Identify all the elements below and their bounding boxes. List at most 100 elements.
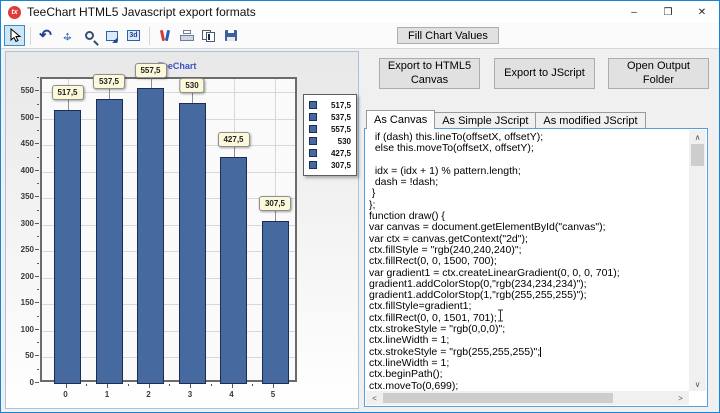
y-axis-label: 500: [20, 112, 34, 122]
app-icon: tx: [8, 5, 21, 19]
bar-series-point[interactable]: [95, 98, 123, 384]
y-axis-label: 150: [20, 298, 34, 308]
app-window: tx TeeChart HTML5 Javascript export form…: [0, 0, 720, 413]
y-axis-minor-tick: [37, 289, 39, 291]
y-axis-label: 200: [20, 271, 34, 281]
legend-swatch-icon: [309, 125, 317, 133]
code-line: else this.moveTo(offsetX, offsetY);: [369, 142, 534, 155]
value-label-connector: [67, 99, 69, 110]
code-line: }: [369, 187, 376, 200]
close-button[interactable]: ✕: [685, 1, 719, 23]
horizontal-scrollbar[interactable]: < >: [366, 391, 689, 405]
vertical-scrollbar[interactable]: ∧ ∨: [689, 130, 706, 391]
bar-series-point[interactable]: [261, 220, 289, 384]
value-label-connector: [150, 78, 152, 89]
x-axis-label: 2: [146, 390, 151, 399]
legend-swatch-icon: [309, 137, 317, 145]
y-axis-label: 250: [20, 245, 34, 255]
value-label: 517,5: [51, 84, 84, 100]
legend-label: 517,5: [330, 100, 351, 110]
move-icon[interactable]: ↔ ↕: [57, 25, 78, 46]
legend-swatch-icon: [309, 101, 317, 109]
scroll-left-icon[interactable]: <: [366, 391, 383, 405]
legend-item[interactable]: 307,5: [309, 159, 351, 171]
y-axis-minor-tick: [37, 315, 39, 317]
legend-item[interactable]: 530: [309, 135, 351, 147]
y-axis-tick: [35, 249, 39, 251]
x-axis-label: 1: [104, 390, 110, 399]
export-html5-canvas-button[interactable]: Export to HTML5 Canvas: [379, 58, 480, 89]
y-axis-minor-tick: [37, 130, 39, 132]
y-axis-tick: [35, 222, 39, 224]
scroll-right-icon[interactable]: >: [672, 391, 689, 405]
cursor-icon[interactable]: [4, 25, 25, 46]
tab-as-simple-jscript[interactable]: As Simple JScript: [434, 112, 537, 129]
legend-label: 537,5: [330, 112, 351, 122]
y-axis-label: 300: [20, 218, 34, 228]
export-image-icon[interactable]: [101, 25, 122, 46]
x-axis-label: 5: [270, 390, 276, 399]
y-axis-minor-tick: [37, 262, 39, 264]
x-axis-tick: [148, 384, 150, 388]
print-icon[interactable]: [176, 25, 197, 46]
y-axis-label: 0: [29, 378, 34, 387]
y-axis-minor-tick: [37, 368, 39, 370]
bar-series-point[interactable]: [54, 109, 81, 384]
y-axis-tick: [35, 143, 39, 145]
legend-label: 427,5: [330, 148, 351, 158]
view-3d-icon[interactable]: 3d: [123, 25, 144, 46]
scroll-down-icon[interactable]: ∨: [689, 377, 706, 391]
y-axis-tick: [35, 302, 39, 304]
y-axis-tick: [35, 328, 39, 330]
legend-item[interactable]: 427,5: [309, 147, 351, 159]
minimize-button[interactable]: –: [617, 1, 651, 23]
horizontal-scroll-thumb[interactable]: [383, 393, 613, 403]
y-axis-minor-tick: [37, 342, 39, 344]
value-label-connector: [275, 210, 276, 221]
x-axis-minor-tick: [210, 384, 212, 386]
fill-chart-values-button[interactable]: Fill Chart Values: [397, 27, 499, 44]
plot-area: 517,5 537,5 557,5 530 427,5 307,5: [40, 63, 297, 384]
copy-icon[interactable]: [198, 25, 219, 46]
code-line: ctx.fillRect(0, 0, 1500, 700);: [369, 255, 497, 268]
save-icon[interactable]: [220, 25, 241, 46]
legend-label: 530: [337, 136, 351, 146]
y-axis-minor-tick: [37, 183, 39, 185]
legend-item[interactable]: 537,5: [309, 111, 351, 123]
legend-item[interactable]: 557,5: [309, 123, 351, 135]
tab-as-modified-jscript[interactable]: As modified JScript: [535, 112, 646, 129]
bar-series-point[interactable]: [220, 157, 247, 384]
x-axis-label: 3: [187, 390, 193, 399]
code-editor[interactable]: if (dash) this.lineTo(offsetX, offsetY);…: [364, 128, 708, 407]
legend-label: 557,5: [330, 124, 351, 134]
x-axis-tick: [231, 384, 233, 388]
chart-legend[interactable]: 517,5 537,5 557,5 530 427,5 307,5: [303, 94, 357, 176]
toolbar-separator: [30, 26, 31, 45]
legend-swatch-icon: [309, 161, 317, 169]
code-line: ctx.lineWidth = 1;: [369, 334, 450, 347]
tab-as-canvas[interactable]: As Canvas: [366, 110, 436, 129]
open-output-folder-button[interactable]: Open Output Folder: [608, 58, 709, 89]
rotate-icon[interactable]: ↶: [35, 25, 56, 46]
bar-series-point[interactable]: [137, 88, 164, 384]
zoom-icon[interactable]: [79, 25, 100, 46]
value-label-connector: [192, 92, 193, 103]
scroll-up-icon[interactable]: ∧: [689, 130, 706, 144]
y-axis-label: 450: [20, 139, 34, 149]
bar-series-point[interactable]: [178, 102, 206, 384]
maximize-button[interactable]: ❒: [651, 1, 685, 23]
y-axis-minor-tick: [37, 103, 39, 105]
legend-item[interactable]: 517,5: [309, 99, 351, 111]
y-axis-label: 400: [20, 165, 34, 175]
export-jscript-button[interactable]: Export to JScript: [494, 58, 595, 89]
tools-icon[interactable]: [154, 25, 175, 46]
y-axis-tick: [35, 355, 39, 357]
y-axis-tick: [35, 169, 39, 171]
vertical-scroll-thumb[interactable]: [691, 144, 704, 166]
x-axis-tick: [107, 384, 108, 388]
y-axis-minor-tick: [37, 209, 39, 211]
x-axis-label: 4: [229, 390, 234, 399]
x-axis-tick: [65, 384, 67, 388]
export-panel: Export to HTML5 Canvas Export to JScript…: [363, 49, 718, 411]
x-axis-tick: [190, 384, 191, 388]
